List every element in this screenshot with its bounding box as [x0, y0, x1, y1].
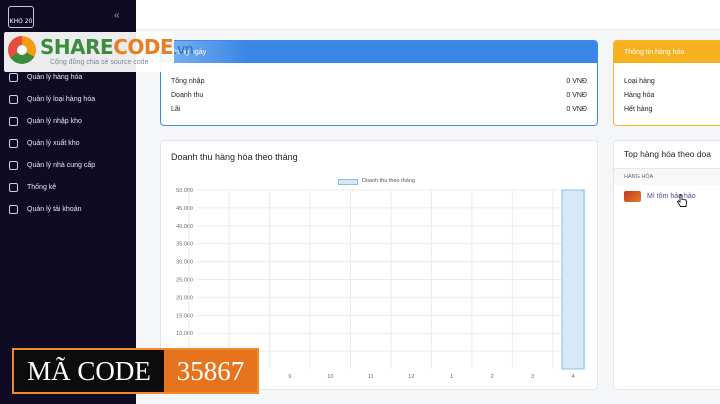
sidebar-item-label: Quản lý tài khoản — [27, 205, 82, 213]
product-info-title: Thông tin hàng hóa — [624, 49, 685, 56]
y-tick-label: 25.000 — [176, 278, 193, 284]
top-products-title: Top hàng hóa theo doa — [624, 149, 711, 159]
y-tick-label: 50.000 — [176, 188, 193, 194]
x-tick-label: 2 — [491, 374, 494, 380]
hand-cursor-icon — [676, 194, 687, 207]
sidebar-item-label: Quản lý hàng hóa — [27, 73, 83, 81]
import-icon — [9, 116, 18, 126]
y-tick-label: 35.000 — [176, 242, 193, 248]
top-products-card: Top hàng hóa theo doa HÀNG HÓA Mì tôm hả… — [613, 140, 720, 390]
info-row: Hết hàng — [624, 105, 653, 113]
sharecode-logo-icon — [8, 36, 36, 64]
product-info-header: Thông tin hàng hóa — [614, 41, 720, 63]
x-tick-label: 4 — [571, 374, 574, 380]
chart-bar — [561, 189, 585, 370]
code-badge-number: 35867 — [164, 350, 257, 392]
sharecode-watermark: SHARECODE.vn Cộng đồng chia sẻ source co… — [4, 32, 194, 72]
y-tick-label: 30.000 — [176, 260, 193, 266]
y-tick-label: 20.000 — [176, 295, 193, 301]
y-tick-label: 10.000 — [176, 331, 193, 337]
sidebar-item-categories[interactable]: Quản lý loại hàng hóa — [0, 88, 136, 110]
account-icon — [9, 204, 18, 214]
top-product-name[interactable]: Mì tôm hảo hảo — [647, 193, 696, 200]
supplier-icon — [9, 160, 18, 170]
sidebar-item-stats[interactable]: Thống kê — [0, 176, 136, 198]
code-badge-label: MÃ CODE — [27, 355, 151, 386]
sidebar-item-label: Quản lý nhập kho — [27, 117, 82, 125]
x-tick-label: 12 — [408, 374, 414, 380]
product-thumbnail — [624, 191, 641, 202]
watermark-brand: SHARECODE.vn — [40, 35, 194, 59]
layers-icon — [9, 94, 18, 104]
code-badge: MÃ CODE 35867 — [12, 348, 259, 394]
x-tick-label: 3 — [531, 374, 534, 380]
summary-row: Tổng nhập 0 VNĐ — [171, 77, 587, 85]
info-row: Loại hàng — [624, 77, 655, 85]
today-summary-card: Trong ngày Tổng nhập 0 VNĐ Doanh thu 0 VNĐ… — [160, 40, 598, 126]
export-icon — [9, 138, 18, 148]
sidebar-item-accounts[interactable]: Quản lý tài khoản — [0, 198, 136, 220]
app-logo[interactable]: KHO 20 — [8, 6, 34, 28]
stats-icon — [9, 182, 18, 192]
collapse-sidebar-icon[interactable]: « — [114, 10, 120, 21]
x-tick-label: 10 — [327, 374, 333, 380]
box-icon — [9, 72, 18, 82]
info-row: Hàng hóa — [624, 91, 655, 99]
top-header-bar — [136, 0, 720, 30]
sidebar-item-export[interactable]: Quản lý xuất kho — [0, 132, 136, 154]
sidebar-item-label: Quản lý xuất kho — [27, 139, 80, 147]
top-products-column-header: HÀNG HÓA — [614, 169, 720, 185]
y-tick-label: 15.000 — [176, 313, 193, 319]
sidebar-item-import[interactable]: Quản lý nhập kho — [0, 110, 136, 132]
summary-row: Lãi 0 VNĐ — [171, 105, 587, 113]
sidebar-item-suppliers[interactable]: Quản lý nhà cung cấp — [0, 154, 136, 176]
x-tick-label: 9 — [288, 374, 291, 380]
sidebar-item-label: Thống kê — [27, 183, 57, 191]
watermark-tagline: Cộng đồng chia sẻ source code — [50, 59, 149, 66]
sidebar-item-label: Quản lý loại hàng hóa — [27, 95, 96, 103]
y-tick-label: 45.000 — [176, 206, 193, 212]
today-card-header: Trong ngày — [161, 41, 597, 63]
x-tick-label: 1 — [450, 374, 453, 380]
sidebar-item-label: Quản lý nhà cung cấp — [27, 161, 96, 169]
x-tick-label: 11 — [368, 374, 374, 380]
product-info-card: Thông tin hàng hóa Loại hàng Hàng hóa Hế… — [613, 40, 720, 126]
summary-row: Doanh thu 0 VNĐ — [171, 91, 587, 99]
sidebar-menu: Quản lý hàng hóa Quản lý loại hàng hóa Q… — [0, 66, 136, 220]
y-tick-label: 40.000 — [176, 224, 193, 230]
